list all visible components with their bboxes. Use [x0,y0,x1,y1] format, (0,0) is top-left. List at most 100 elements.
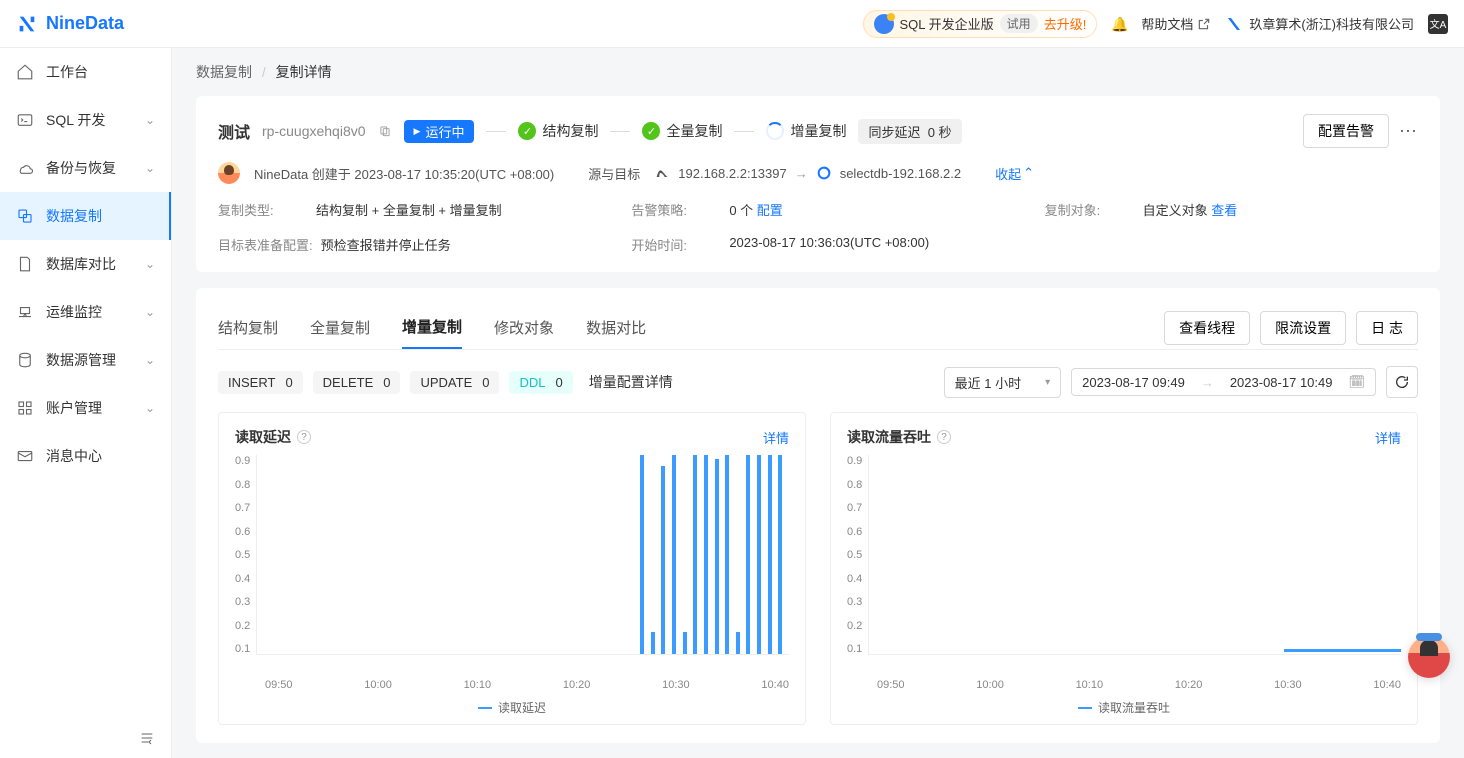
more-icon[interactable]: ⋯ [1399,121,1418,142]
chart-detail-link[interactable]: 详情 [1375,428,1401,447]
date-range-picker[interactable]: 2023-08-17 09:49 → 2023-08-17 10:49 🗓 [1071,368,1376,396]
sidebar-item-datasource[interactable]: 数据源管理 ⌄ [0,336,171,384]
cloud-icon [16,159,34,177]
status-chip: 运行中 [404,120,475,143]
throttle-button[interactable]: 限流设置 [1260,311,1346,345]
sidebar-item-replication[interactable]: 数据复制 [0,192,171,240]
tab-modify[interactable]: 修改对象 [494,307,554,348]
stat-delete: DELETE0 [313,371,401,394]
org-selector[interactable]: 玖章算术(浙江)科技有限公司 [1225,14,1414,33]
help-link[interactable]: 帮助文档 [1141,14,1211,33]
main-content: 数据复制 / 复制详情 测试 rp-cuugxehqi8v0 运行中 ✓ 结构复… [172,48,1464,758]
bell-icon[interactable] [1111,16,1127,32]
config-alert-button[interactable]: 配置告警 [1303,114,1389,148]
refresh-icon [1394,374,1410,390]
breadcrumb: 数据复制 / 复制详情 [172,48,1464,96]
task-id: rp-cuugxehqi8v0 [262,123,366,139]
sidebar-item-label: 数据复制 [46,206,102,226]
tabs-card: 结构复制 全量复制 增量复制 修改对象 数据对比 查看线程 限流设置 日 志 I… [196,288,1440,743]
step-full: ✓ 全量复制 [642,121,722,141]
y-axis: 0.90.80.70.60.50.40.30.20.1 [235,455,256,655]
selectdb-icon [816,165,832,181]
sidebar-item-label: 备份与恢复 [46,158,116,178]
org-name: 玖章算术(浙江)科技有限公司 [1249,14,1414,33]
info-icon[interactable]: ? [937,430,951,444]
help-label: 帮助文档 [1141,14,1193,33]
arrow-icon: → [795,166,808,181]
chevron-down-icon: ▾ [1045,377,1050,388]
upgrade-link[interactable]: 去升级! [1044,14,1087,33]
org-icon [1225,15,1243,33]
src-tgt-label: 源与目标 [588,164,640,183]
task-title: 测试 [218,119,250,143]
sidebar-item-monitor[interactable]: 运维监控 ⌄ [0,288,171,336]
sidebar-item-compare[interactable]: 数据库对比 ⌄ [0,240,171,288]
sidebar-item-label: 消息中心 [46,446,102,466]
sidebar-item-label: 数据库对比 [46,254,116,274]
chevron-down-icon: ⌄ [145,257,155,271]
chevron-up-icon: ⌃ [1023,165,1034,181]
incremental-config-link[interactable]: 增量配置详情 [589,372,673,392]
help-fab[interactable] [1408,636,1450,678]
chevron-down-icon: ⌄ [145,305,155,319]
tab-full[interactable]: 全量复制 [310,307,370,348]
chart-plot [256,455,789,655]
sidebar-item-label: 数据源管理 [46,350,116,370]
sidebar-item-label: 工作台 [46,62,88,82]
enterprise-label: SQL 开发企业版 [900,14,994,33]
sidebar-item-messages[interactable]: 消息中心 [0,432,171,480]
chart-legend: 读取流量吞吐 [847,699,1401,716]
timerange-select[interactable]: 最近 1 小时 ▾ [944,367,1062,398]
chevron-down-icon: ⌄ [145,353,155,367]
x-axis: 09:5010:0010:1010:2010:3010:40 [847,679,1401,691]
chart-title: 读取流量吞吐 [847,427,931,447]
chevron-down-icon: ⌄ [145,161,155,175]
collapse-sidebar-icon[interactable] [139,730,155,746]
breadcrumb-parent[interactable]: 数据复制 [196,64,252,80]
sidebar-item-label: 账户管理 [46,398,102,418]
check-icon: ✓ [518,122,536,140]
sidebar: 工作台 SQL 开发 ⌄ 备份与恢复 ⌄ 数据复制 数据库对比 ⌄ [0,48,172,758]
chart-detail-link[interactable]: 详情 [763,428,789,447]
stat-insert: INSERT0 [218,371,303,394]
log-button[interactable]: 日 志 [1356,311,1418,345]
logo[interactable]: NineData [16,13,124,35]
source-name: 192.168.2.2:13397 [678,166,786,181]
sidebar-item-backup[interactable]: 备份与恢复 ⌄ [0,144,171,192]
view-objects-link[interactable]: 查看 [1211,203,1237,218]
tab-compare[interactable]: 数据对比 [586,307,646,348]
globe-icon [874,14,894,34]
trial-badge: 试用 [1000,14,1038,33]
detail-card: 测试 rp-cuugxehqi8v0 运行中 ✓ 结构复制 ✓ 全量复制 [196,96,1440,272]
database-icon [16,351,34,369]
chevron-down-icon: ⌄ [145,401,155,415]
home-icon [16,63,34,81]
enterprise-badge[interactable]: SQL 开发企业版 试用 去升级! [863,10,1098,38]
alarm-config-link[interactable]: 配置 [757,203,783,218]
logo-icon [16,13,38,35]
info-icon[interactable]: ? [297,430,311,444]
chart-read-delay: 读取延迟 ? 详情 0.90.80.70.60.50.40.30.20.1 09… [218,412,806,725]
tab-structure[interactable]: 结构复制 [218,307,278,348]
sidebar-item-sql-dev[interactable]: SQL 开发 ⌄ [0,96,171,144]
tab-incremental[interactable]: 增量复制 [402,306,462,349]
language-icon[interactable]: 文A [1428,14,1448,34]
calendar-icon: 🗓 [1348,374,1365,390]
breadcrumb-current: 复制详情 [276,64,332,80]
collapse-detail-link[interactable]: 收起 ⌃ [995,164,1034,183]
copy-id-icon[interactable] [378,124,392,138]
step-structure: ✓ 结构复制 [518,121,598,141]
mail-icon [16,447,34,465]
sidebar-item-account[interactable]: 账户管理 ⌄ [0,384,171,432]
check-icon: ✓ [642,122,660,140]
y-axis: 0.90.80.70.60.50.40.30.20.1 [847,455,868,655]
sidebar-item-label: SQL 开发 [46,110,105,130]
spinner-icon [766,122,784,140]
sidebar-item-workspace[interactable]: 工作台 [0,48,171,96]
sync-delay: 同步延迟 0 秒 [858,119,961,144]
view-threads-button[interactable]: 查看线程 [1164,311,1250,345]
refresh-button[interactable] [1386,366,1418,398]
arrow-icon: → [1201,375,1214,390]
external-link-icon [1197,17,1211,31]
grid-icon [16,399,34,417]
